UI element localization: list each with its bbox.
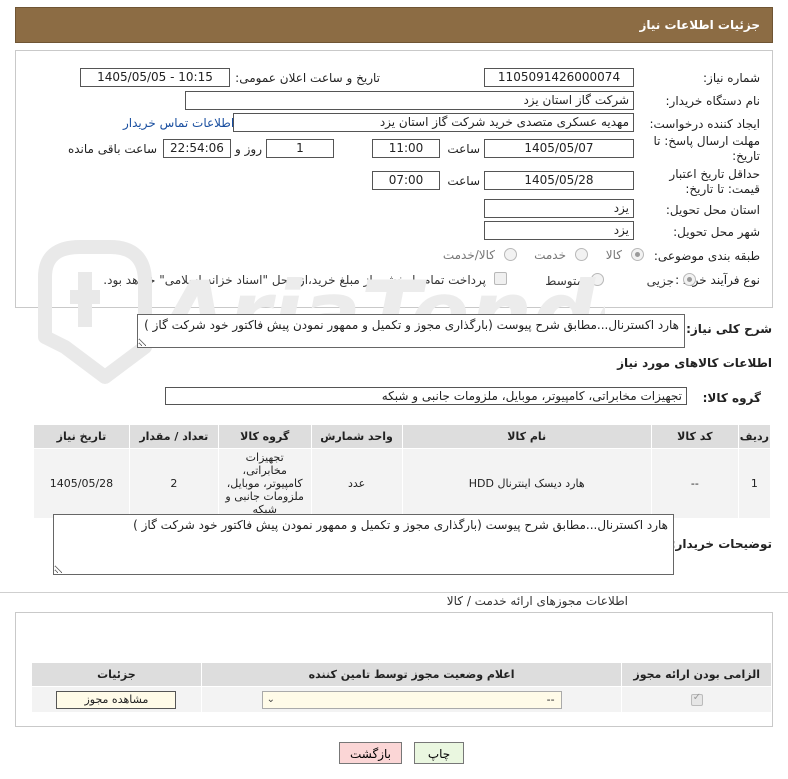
treasury-payment-text: پرداخت تمام یا بخشی از مبلغ خرید،از محل … (103, 273, 486, 287)
validity-date-field: 1405/05/28 (484, 171, 634, 190)
check-icon: ✓ (692, 692, 702, 703)
cell-permit-required: ✓ (621, 686, 772, 713)
reply-date-field: 1405/05/07 (484, 139, 634, 158)
remaining-days-field: 1 (266, 139, 334, 158)
process-medium-text: متوسط (545, 274, 583, 288)
permit-status-value: -- (546, 692, 555, 706)
col-need-date: تاریخ نیاز (33, 424, 130, 449)
remaining-time-field: 22:54:06 (163, 139, 231, 158)
cell-group: تجهیزات مخابراتی، کامپیوتر، موبایل، ملزو… (217, 448, 312, 519)
cell-details: مشاهده مجوز (31, 686, 202, 713)
buyer-org-field: شرکت گاز استان یزد (185, 91, 634, 110)
table-row: 1405/05/28 2 تجهیزات مخابراتی، کامپیوتر،… (33, 448, 772, 519)
goods-group-field: تجهیزات مخابراتی، کامپیوتر، موبایل، ملزو… (165, 387, 687, 405)
col-permit-status: اعلام وضعیت مجوز توسط تامین کننده (200, 662, 623, 687)
process-minor-radio[interactable] (683, 273, 696, 286)
cell-need-date: 1405/05/28 (33, 448, 130, 519)
city-field: یزد (484, 221, 634, 240)
category-goods-radio[interactable] (631, 248, 644, 261)
col-group: گروه کالا (217, 424, 312, 449)
col-details: جزئیات (31, 662, 202, 687)
buyer-contact-link[interactable]: اطلاعات تماس خریدار (123, 116, 234, 130)
col-qty: تعداد / مقدار (128, 424, 219, 449)
summary-textarea[interactable]: هارد اکسترنال...مطابق شرح پیوست (بارگذار… (137, 314, 685, 348)
announce-field: 1405/05/05 - 10:15 (80, 68, 230, 87)
category-label: طبقه بندی موضوعی: (653, 249, 760, 263)
page-title: جزئیات اطلاعات نیاز (639, 18, 760, 32)
days-label: روز و (235, 142, 262, 156)
category-both-radio[interactable] (504, 248, 517, 261)
goods-group-label: گروه کالا: (702, 391, 761, 405)
announce-label: تاریخ و ساعت اعلان عمومی: (235, 71, 380, 85)
province-label: استان محل تحویل: (665, 203, 760, 217)
validity-time-label: ساعت (447, 174, 480, 188)
col-permit-required: الزامی بودن ارائه مجوز (621, 662, 772, 687)
page-header: جزئیات اطلاعات نیاز (15, 7, 773, 43)
section-divider (0, 592, 788, 593)
permits-table: جزئیات اعلام وضعیت مجوز توسط تامین کننده… (31, 662, 772, 713)
city-label: شهر محل تحویل: (673, 225, 760, 239)
print-button[interactable]: چاپ (414, 742, 464, 764)
cell-permit-status: -- ⌄ (200, 686, 623, 713)
buyer-notes-textarea[interactable]: هارد اکسترنال...مطابق شرح پیوست (بارگذار… (53, 514, 674, 575)
province-field: یزد (484, 199, 634, 218)
goods-section-title: اطلاعات کالاهای مورد نیاز (617, 356, 772, 370)
validity-label: حداقل تاریخ اعتبار قیمت: تا تاریخ: (669, 167, 760, 196)
cell-name: هارد دیسک اینترنال HDD (401, 448, 652, 519)
permit-status-select[interactable]: -- ⌄ (261, 690, 562, 709)
table-row: مشاهده مجوز -- ⌄ ✓ (31, 686, 772, 713)
remaining-label: ساعت باقی مانده (67, 142, 157, 156)
creator-field: مهدیه عسکری متصدی خرید شرکت گاز استان یز… (233, 113, 634, 132)
summary-label: شرح کلی نیاز: (686, 322, 772, 336)
process-minor-text: جزیی (646, 274, 674, 288)
permit-required-checkbox[interactable]: ✓ (690, 692, 703, 706)
cell-code: -- (650, 448, 739, 519)
cell-index: 1 (737, 448, 772, 519)
chevron-down-icon: ⌄ (266, 693, 275, 705)
back-button[interactable]: بازگشت (339, 742, 402, 764)
treasury-payment-checkbox[interactable] (494, 272, 507, 285)
reply-time-label: ساعت (447, 142, 480, 156)
col-unit: واحد شمارش (310, 424, 403, 449)
goods-table: تاریخ نیاز تعداد / مقدار گروه کالا واحد … (33, 424, 772, 519)
category-goods-text: کالا (605, 248, 622, 262)
col-code: کد کالا (650, 424, 739, 449)
permits-section-title: اطلاعات مجوزهای ارائه خدمت / کالا (446, 594, 628, 608)
col-index: ردیف (737, 424, 772, 449)
category-service-radio[interactable] (575, 248, 588, 261)
cell-unit: عدد (310, 448, 403, 519)
category-service-text: خدمت (534, 248, 566, 262)
category-both-text: کالا/خدمت (442, 248, 495, 262)
buyer-notes-label: توضیحات خریدار: (670, 537, 772, 551)
buyer-org-label: نام دستگاه خریدار: (665, 94, 761, 108)
reply-time-field: 11:00 (372, 139, 440, 158)
need-number-label: شماره نیاز: (703, 71, 760, 85)
validity-time-field: 07:00 (372, 171, 440, 190)
process-medium-radio[interactable] (591, 273, 604, 286)
creator-label: ایجاد کننده درخواست: (649, 117, 760, 131)
need-number-field: 1105091426000074 (484, 68, 634, 87)
col-name: نام کالا (401, 424, 652, 449)
view-permit-button[interactable]: مشاهده مجوز (56, 690, 177, 709)
reply-deadline-label: مهلت ارسال پاسخ: تا تاریخ: (653, 134, 760, 163)
cell-qty: 2 (128, 448, 219, 519)
